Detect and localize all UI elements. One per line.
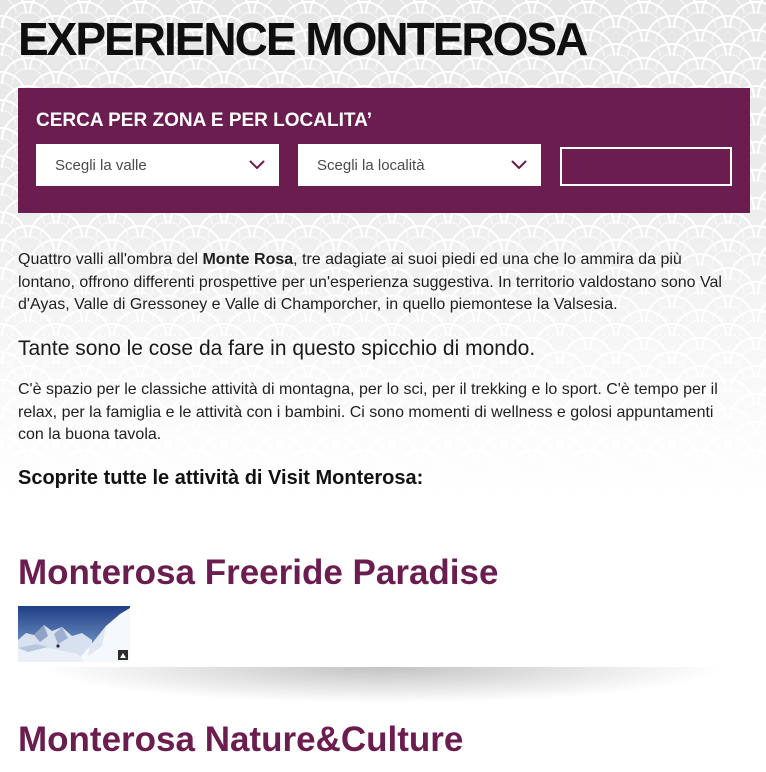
activities-paragraph: C'è spazio per le classiche attività di … — [18, 381, 718, 443]
locality-select-value: Scegli la località — [317, 156, 425, 174]
activities-cta: Scoprite tutte le attività di Visit Mont… — [18, 467, 424, 489]
activity-title-freeride: Monterosa Freeride Paradise — [18, 553, 499, 592]
search-button[interactable] — [560, 147, 732, 186]
search-panel-title: CERCA PER ZONA E PER LOCALITA’ — [36, 110, 373, 131]
intro-text-bold: Monte Rosa — [202, 251, 294, 268]
page-title: EXPERIENCE MONTEROSA — [18, 13, 588, 65]
intro-text-start: Quattro valli all'ombra del — [18, 251, 203, 268]
locality-select[interactable]: Scegli la località — [298, 144, 541, 186]
search-panel: CERCA PER ZONA E PER LOCALITA’ Scegli la… — [18, 88, 750, 213]
lead-text: Tante sono le cose da fare in questo spi… — [18, 337, 536, 360]
chevron-down-icon — [249, 160, 265, 169]
valley-select-value: Scegli la valle — [55, 156, 147, 174]
intro-paragraph: Quattro valli all'ombra del Monte Rosa, … — [18, 249, 736, 317]
chevron-down-icon — [511, 160, 527, 169]
section-divider-shadow — [42, 667, 722, 703]
freeride-thumbnail[interactable] — [18, 606, 130, 662]
valley-select[interactable]: Scegli la valle — [36, 144, 279, 186]
activity-title-nature-culture: Monterosa Nature&Culture — [18, 720, 464, 759]
